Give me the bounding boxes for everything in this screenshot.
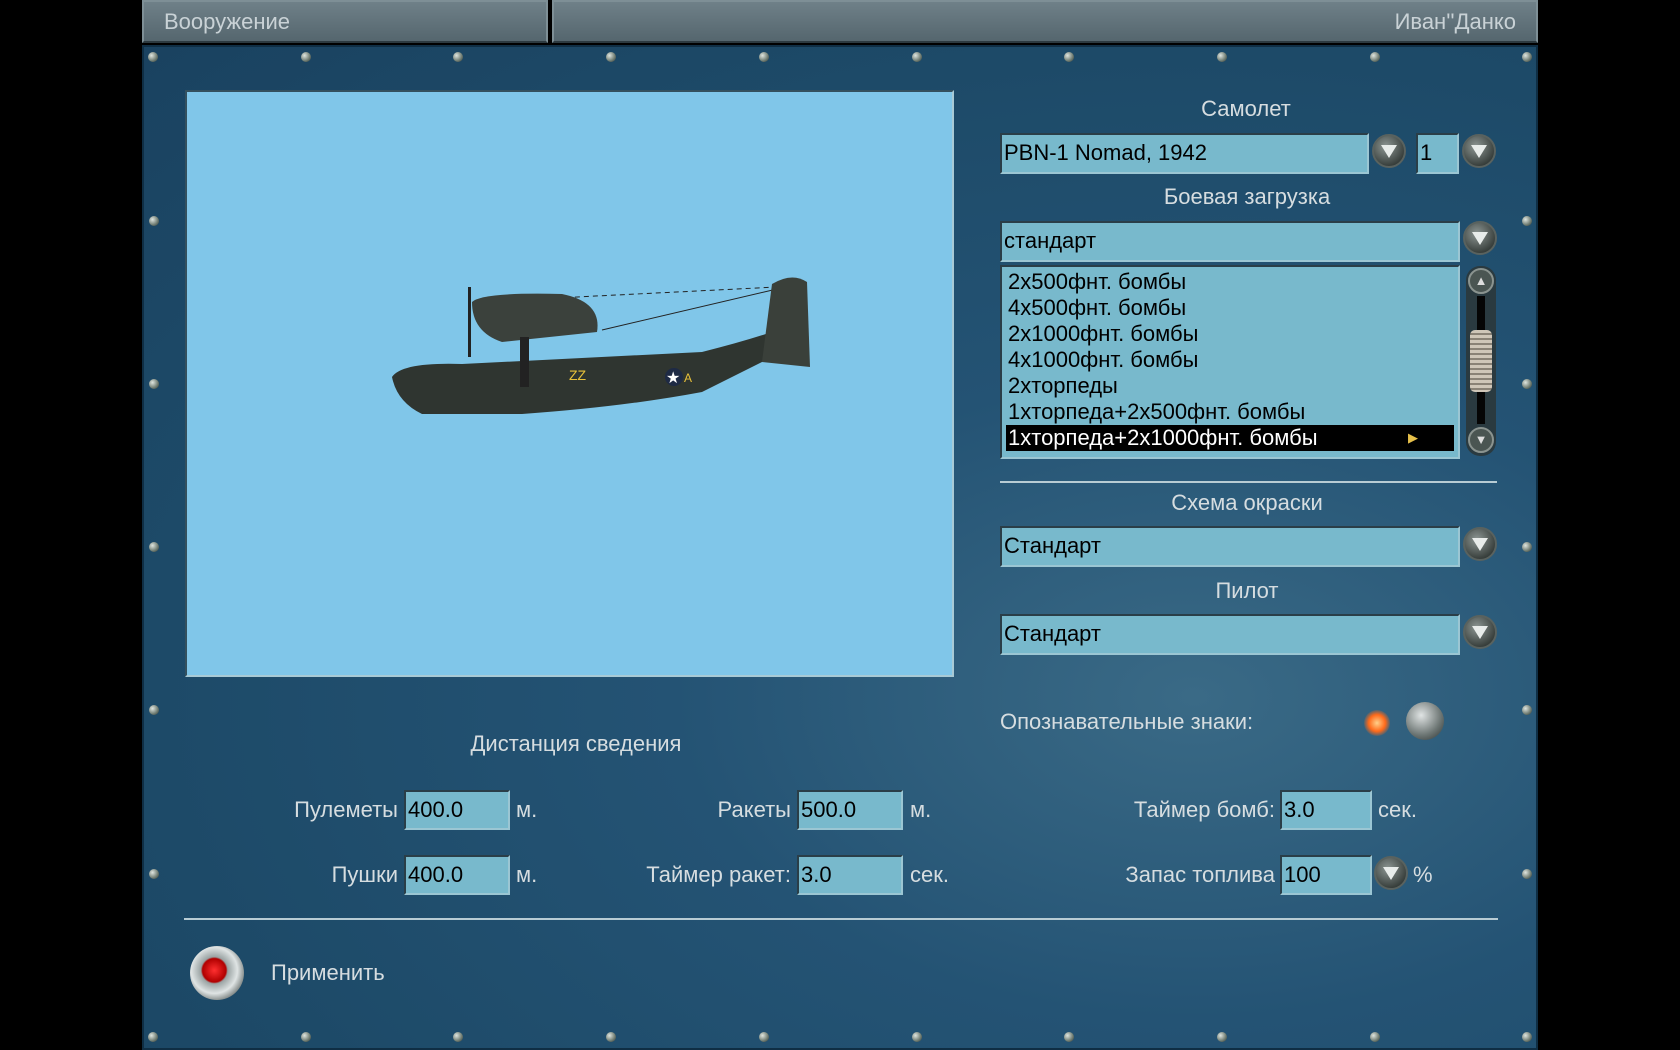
scroll-thumb[interactable] bbox=[1470, 330, 1492, 392]
aircraft-dropdown-button[interactable] bbox=[1372, 134, 1406, 168]
loadout-option-label: 1xторпеда+2x500фнт. бомбы bbox=[1008, 399, 1306, 424]
markings-toggle[interactable] bbox=[1362, 702, 1446, 742]
rivet-icon bbox=[149, 542, 159, 552]
fuel-label: Запас топлива bbox=[1125, 862, 1275, 887]
fuel-dropdown-button[interactable] bbox=[1374, 856, 1408, 890]
aircraft-select[interactable]: PBN-1 Nomad, 1942 bbox=[1000, 133, 1369, 174]
chevron-down-icon bbox=[1472, 232, 1488, 245]
loadout-select[interactable]: стандарт bbox=[1000, 221, 1460, 262]
divider bbox=[184, 918, 1498, 920]
rivet-icon bbox=[1522, 869, 1532, 879]
aircraft-model-image: ZZ ★ A bbox=[392, 277, 810, 414]
rivet-icon bbox=[758, 1032, 769, 1042]
cannon-unit: м. bbox=[516, 862, 538, 887]
section-title: Вооружение bbox=[164, 9, 291, 34]
pilot-select[interactable]: Стандарт bbox=[1000, 614, 1460, 655]
rivet-icon bbox=[149, 869, 159, 879]
pilot-label: Пилот bbox=[1215, 578, 1279, 603]
skin-dropdown-button[interactable] bbox=[1463, 527, 1497, 561]
rockets-unit: м. bbox=[910, 797, 932, 822]
apply-label[interactable]: Применить bbox=[271, 960, 385, 986]
svg-text:A: A bbox=[684, 371, 692, 385]
chevron-down-icon bbox=[1472, 626, 1488, 639]
rivet-icon bbox=[300, 1032, 311, 1042]
svg-text:ZZ: ZZ bbox=[569, 367, 587, 383]
loadout-label: Боевая загрузка bbox=[1163, 184, 1331, 209]
rivet-icon bbox=[1216, 1032, 1227, 1042]
loadout-option[interactable]: 1xторпеда+2x500фнт. бомбы bbox=[1006, 399, 1454, 425]
mg-unit: м. bbox=[516, 797, 538, 822]
divider bbox=[1000, 481, 1497, 483]
rivet-icon bbox=[149, 216, 159, 226]
loadout-option[interactable]: 2x500фнт. бомбы bbox=[1006, 269, 1454, 295]
loadout-list[interactable]: 2x500фнт. бомбы 4x500фнт. бомбы 2x1000фнт.… bbox=[1000, 265, 1460, 459]
rocket-timer-input[interactable]: 3.0 bbox=[797, 855, 903, 895]
chevron-down-icon bbox=[1471, 145, 1487, 158]
rivet-icon bbox=[1369, 52, 1380, 62]
loadout-scrollbar[interactable]: ▲ ▼ bbox=[1466, 266, 1496, 456]
rivet-icon bbox=[1522, 542, 1532, 552]
player-name-bar: Иван''Данко bbox=[552, 0, 1538, 43]
aircraft-count-field[interactable]: 1 bbox=[1416, 133, 1459, 174]
loadout-dropdown-button[interactable] bbox=[1463, 221, 1497, 255]
rocket-timer-unit: сек. bbox=[910, 862, 949, 887]
toggle-switch-icon bbox=[1406, 702, 1444, 740]
loadout-option[interactable]: 2xторпеды bbox=[1006, 373, 1454, 399]
mg-label: Пулеметы bbox=[294, 797, 398, 822]
loadout-option-label: 2x500фнт. бомбы bbox=[1008, 269, 1187, 294]
bomb-timer-input[interactable]: 3.0 bbox=[1280, 790, 1372, 830]
bomb-timer-label: Таймер бомб: bbox=[1133, 797, 1275, 822]
fuel-input[interactable]: 100 bbox=[1280, 855, 1372, 895]
loadout-option-label: 1xторпеда+2x1000фнт. бомбы bbox=[1008, 425, 1318, 450]
rivet-icon bbox=[1522, 379, 1532, 389]
rockets-label: Ракеты bbox=[717, 797, 791, 822]
pilot-dropdown-button[interactable] bbox=[1463, 615, 1497, 649]
rivet-icon bbox=[148, 1032, 158, 1042]
fuel-unit: % bbox=[1413, 862, 1433, 887]
rivet-icon bbox=[1522, 216, 1532, 226]
chevron-down-icon bbox=[1381, 145, 1397, 158]
aircraft-label: Самолет bbox=[1201, 96, 1291, 121]
rocket-timer-label: Таймер ракет: bbox=[646, 862, 791, 887]
rivet-icon bbox=[1522, 705, 1532, 715]
loadout-option-label: 2x1000фнт. бомбы bbox=[1008, 321, 1199, 346]
loadout-option-label: 2xторпеды bbox=[1008, 373, 1118, 398]
loadout-option-label: 4x1000фнт. бомбы bbox=[1008, 347, 1199, 372]
chevron-down-icon bbox=[1383, 867, 1399, 880]
loadout-option[interactable]: 1xторпеда+2x1000фнт. бомбы ▶ bbox=[1006, 425, 1454, 451]
cannon-label: Пушки bbox=[331, 862, 398, 887]
rivet-icon bbox=[300, 52, 311, 62]
rockets-distance-input[interactable]: 500.0 bbox=[797, 790, 903, 830]
bomb-timer-unit: сек. bbox=[1378, 797, 1417, 822]
svg-text:★: ★ bbox=[666, 370, 680, 387]
rivet-icon bbox=[149, 705, 159, 715]
aircraft-preview[interactable]: ZZ ★ A bbox=[185, 90, 954, 677]
chevron-down-icon bbox=[1472, 538, 1488, 551]
scroll-up-icon[interactable]: ▲ bbox=[1468, 268, 1494, 294]
cannon-distance-input[interactable]: 400.0 bbox=[404, 855, 510, 895]
skin-select[interactable]: Стандарт bbox=[1000, 526, 1460, 567]
convergence-title: Дистанция сведения bbox=[470, 731, 682, 756]
loadout-option[interactable]: 2x1000фнт. бомбы bbox=[1006, 321, 1454, 347]
apply-button[interactable] bbox=[190, 946, 244, 1000]
rivet-icon bbox=[911, 1032, 922, 1042]
rivet-icon bbox=[758, 52, 769, 62]
indicator-light-icon bbox=[1364, 710, 1390, 736]
rivet-icon bbox=[1369, 1032, 1380, 1042]
markings-label: Опознавательные знаки: bbox=[1000, 709, 1254, 734]
skin-label: Схема окраски bbox=[1171, 490, 1323, 515]
count-dropdown-button[interactable] bbox=[1462, 134, 1496, 168]
rivet-icon bbox=[148, 52, 158, 62]
loadout-option[interactable]: 4x500фнт. бомбы bbox=[1006, 295, 1454, 321]
rivet-icon bbox=[1216, 52, 1227, 62]
tab-armament[interactable]: Вооружение bbox=[142, 0, 548, 43]
mg-distance-input[interactable]: 400.0 bbox=[404, 790, 510, 830]
loadout-option-label: 4x500фнт. бомбы bbox=[1008, 295, 1187, 320]
selected-arrow-icon: ▶ bbox=[1408, 430, 1418, 445]
rivet-icon bbox=[911, 52, 922, 62]
player-name: Иван''Данко bbox=[1394, 9, 1516, 34]
loadout-option[interactable]: 4x1000фнт. бомбы bbox=[1006, 347, 1454, 373]
rivet-icon bbox=[149, 379, 159, 389]
scroll-down-icon[interactable]: ▼ bbox=[1468, 427, 1494, 453]
